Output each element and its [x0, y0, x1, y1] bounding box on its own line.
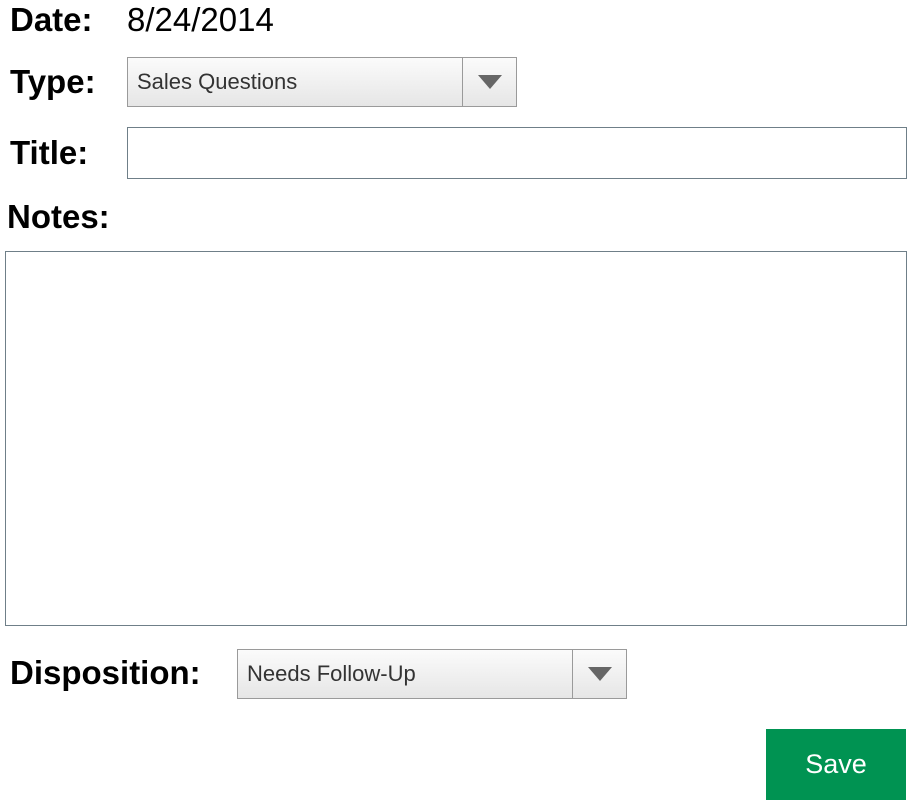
date-value: 8/24/2014	[127, 1, 274, 38]
notes-label: Notes:	[7, 198, 110, 235]
type-dropdown-toggle[interactable]	[462, 58, 516, 106]
type-label: Type:	[10, 63, 96, 100]
title-label: Title:	[10, 134, 89, 171]
type-select[interactable]: Sales Questions	[127, 57, 517, 107]
notes-textarea[interactable]	[5, 251, 907, 626]
save-button[interactable]: Save	[766, 729, 906, 800]
disposition-dropdown-toggle[interactable]	[572, 650, 626, 698]
triangle-down-icon	[587, 667, 612, 681]
type-selected-value: Sales Questions	[137, 69, 298, 94]
triangle-down-icon	[477, 75, 502, 89]
title-input[interactable]	[127, 127, 907, 179]
disposition-selected-value: Needs Follow-Up	[247, 661, 416, 686]
disposition-label: Disposition:	[10, 654, 201, 691]
date-label: Date:	[10, 1, 93, 38]
disposition-select[interactable]: Needs Follow-Up	[237, 649, 627, 699]
